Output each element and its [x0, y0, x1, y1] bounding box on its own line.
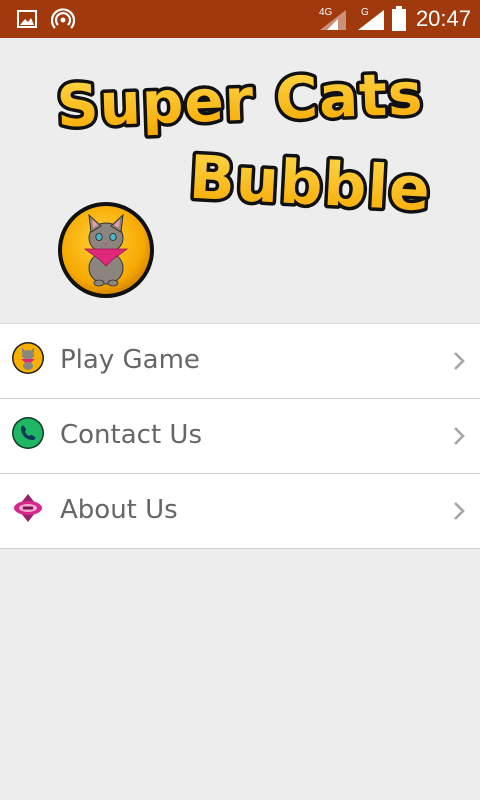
main-menu: Play Game Contact Us About Us: [0, 323, 480, 549]
battery-icon: [392, 6, 406, 31]
phone-icon: [12, 417, 44, 449]
menu-item-play-game[interactable]: Play Game: [0, 323, 480, 399]
cat-logo-icon: [58, 202, 154, 298]
logo-line-2: Bubble: [188, 143, 433, 226]
menu-item-label: Play Game: [60, 345, 200, 375]
badge-icon: [14, 494, 42, 522]
hotspot-icon: [51, 8, 75, 29]
status-time: 20:47: [415, 6, 471, 31]
app-header: Super Cats Bubble: [0, 38, 480, 323]
menu-item-label: About Us: [60, 495, 178, 525]
cat-icon: [12, 342, 44, 374]
menu-item-contact-us[interactable]: Contact Us: [0, 399, 480, 474]
chevron-right-icon: [454, 427, 465, 445]
signal-4g-icon: [320, 10, 346, 30]
menu-item-label: Contact Us: [60, 420, 202, 450]
gallery-icon: [17, 10, 37, 28]
status-bar: 4G G 20:47: [0, 0, 480, 38]
menu-item-about-us[interactable]: About Us: [0, 474, 480, 549]
signal-g-icon: [358, 10, 384, 30]
chevron-right-icon: [454, 352, 465, 370]
logo-line-1: Super Cats: [56, 60, 425, 141]
chevron-right-icon: [454, 502, 465, 520]
